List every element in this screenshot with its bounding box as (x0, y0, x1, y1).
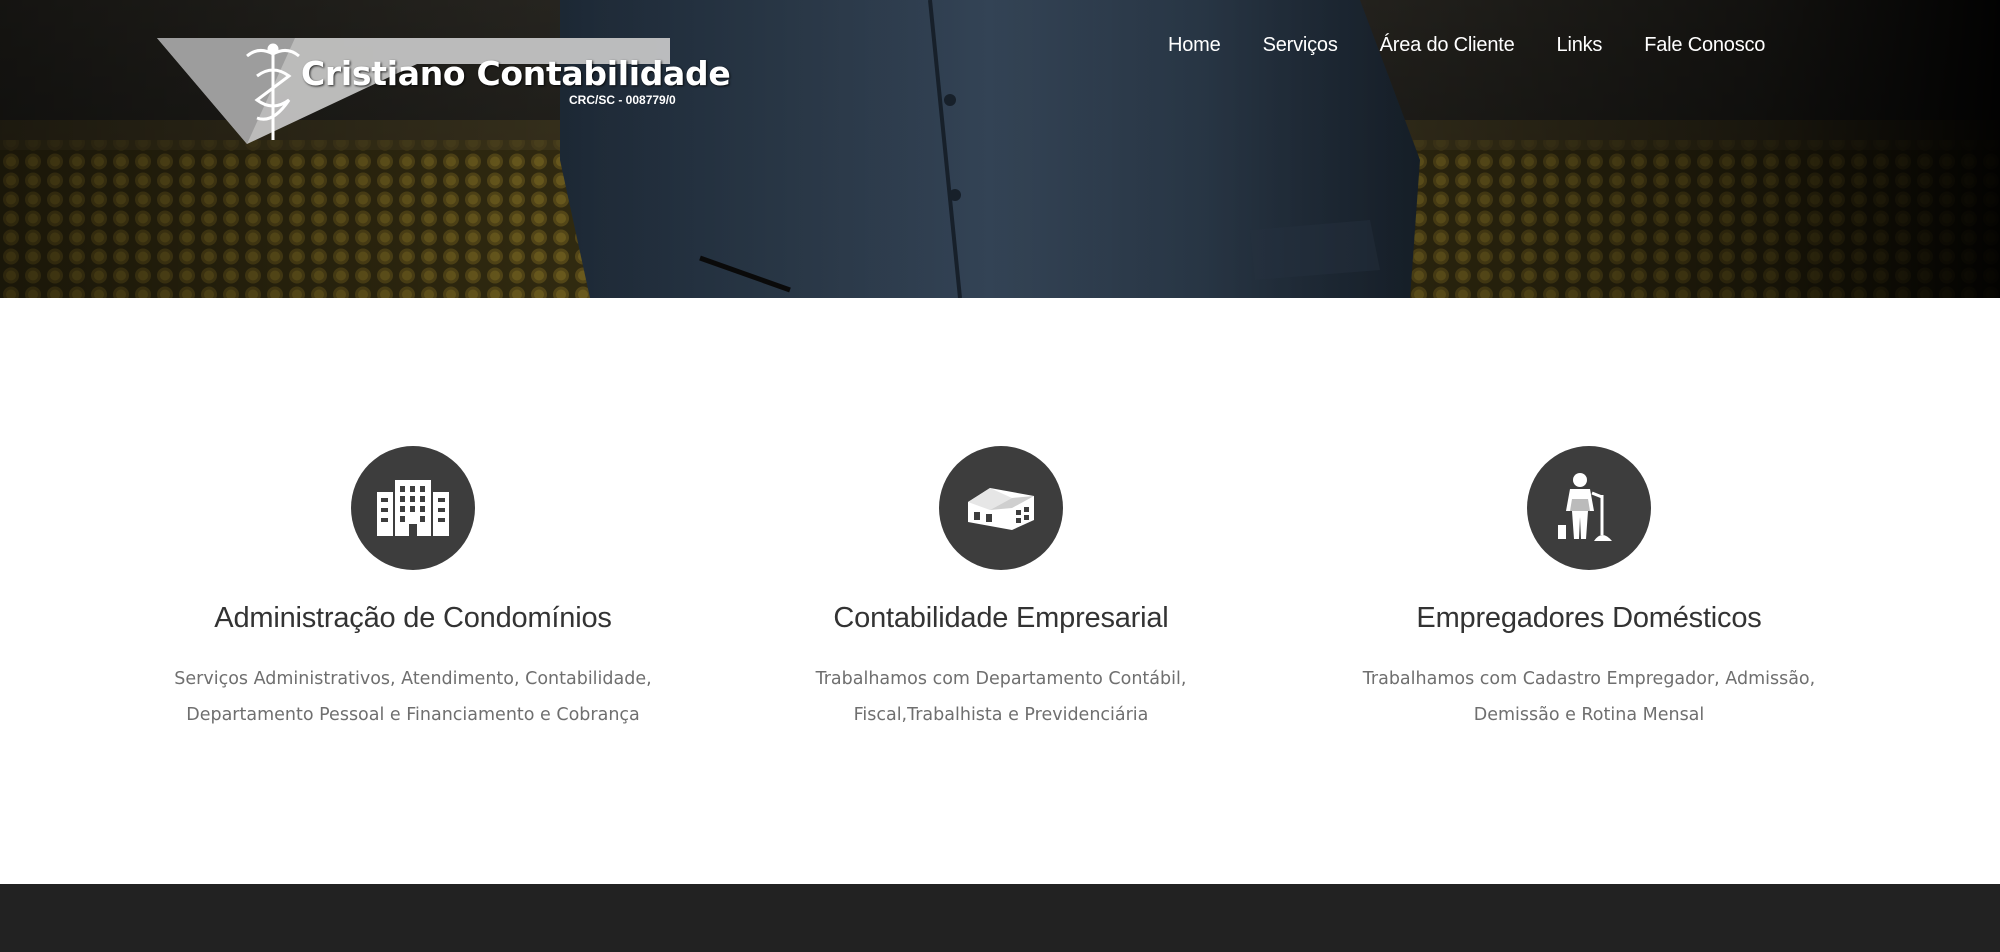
warehouse-icon (939, 446, 1063, 570)
service-description-line: Demissão e Rotina Mensal (1473, 705, 1705, 725)
nav-home[interactable]: Home (1168, 34, 1221, 57)
service-description: Trabalhamos com Departamento Contábil, F… (741, 661, 1261, 733)
service-description-line: Trabalhamos com Departamento Contábil, (815, 669, 1187, 689)
building-icon (351, 446, 475, 570)
nav-links[interactable]: Links (1557, 34, 1603, 57)
service-description-line: Serviços Administrativos, Atendimento, C… (174, 669, 652, 689)
services-section: Administração de Condomínios Serviços Ad… (0, 298, 2000, 884)
service-condominios: Administração de Condomínios Serviços Ad… (119, 446, 707, 733)
service-title: Administração de Condomínios (214, 602, 612, 634)
service-description-line: Fiscal,Trabalhista e Previdenciária (853, 705, 1149, 725)
nav-fale-conosco[interactable]: Fale Conosco (1644, 34, 1765, 57)
nav-area-do-cliente[interactable]: Área do Cliente (1380, 34, 1515, 57)
service-description: Serviços Administrativos, Atendimento, C… (153, 661, 673, 733)
service-description-line: Trabalhamos com Cadastro Empregador, Adm… (1362, 669, 1816, 689)
service-description-line: Departamento Pessoal e Financiamento e C… (186, 705, 640, 725)
service-empresarial: Contabilidade Empresarial Trabalhamos co… (707, 446, 1295, 733)
hero-header: Cristiano Contabilidade CRC/SC - 008779/… (0, 0, 2000, 298)
nav-servicos[interactable]: Serviços (1263, 34, 1338, 57)
service-domesticos: Empregadores Domésticos Trabalhamos com … (1295, 446, 1883, 733)
logo-name[interactable]: Cristiano Contabilidade (301, 54, 731, 93)
logo-registration: CRC/SC - 008779/0 (569, 93, 676, 107)
housekeeper-icon (1527, 446, 1651, 570)
service-title: Contabilidade Empresarial (833, 602, 1169, 634)
service-title: Empregadores Domésticos (1416, 602, 1762, 634)
service-description: Trabalhamos com Cadastro Empregador, Adm… (1329, 661, 1849, 733)
footer-bar (0, 884, 2000, 952)
main-navigation: Home Serviços Área do Cliente Links Fale… (1168, 34, 1765, 57)
